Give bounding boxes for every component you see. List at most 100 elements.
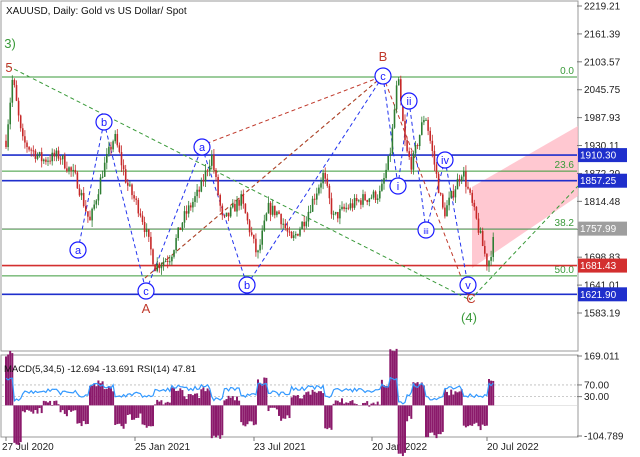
- candle-body: [160, 265, 163, 269]
- fib-level-label: 50.0: [555, 265, 575, 276]
- candle-body: [488, 260, 490, 267]
- candle-body: [316, 193, 318, 200]
- candle-body: [406, 140, 408, 152]
- candle-body: [427, 119, 429, 131]
- price-tick-label: 2045.75: [584, 85, 621, 96]
- price-tick-label: 2161.39: [584, 29, 621, 40]
- candle-body: [124, 169, 127, 183]
- candle-body: [43, 159, 45, 162]
- wave-circle-label: iv: [441, 155, 449, 167]
- ind-tick-label: 70.00: [584, 380, 609, 391]
- candle-body: [372, 191, 375, 198]
- candle-body: [271, 205, 274, 215]
- fib-level-label: 0.0: [560, 66, 574, 77]
- candle-body: [106, 153, 108, 163]
- chart-title: XAUUSD, Daily: Gold vs US Dollar/ Spot: [6, 6, 187, 17]
- candle-body: [435, 164, 438, 174]
- candle-body: [479, 231, 482, 233]
- candle-body: [473, 202, 476, 207]
- candle-body: [389, 153, 392, 156]
- candle-body: [135, 198, 137, 200]
- candle-body: [55, 150, 58, 157]
- candle-body: [7, 124, 9, 148]
- candle-body: [225, 212, 228, 217]
- wave-circle-label: i: [397, 181, 399, 193]
- candle-body: [425, 119, 427, 121]
- candle-body: [118, 145, 121, 153]
- candle-body: [345, 207, 347, 209]
- price-tag-label: 1910.30: [580, 151, 617, 162]
- candle-body: [143, 221, 146, 232]
- candle-body: [452, 190, 455, 198]
- candle-body: [38, 152, 41, 156]
- time-tick-label: 25 Jan 2021: [135, 442, 190, 453]
- time-tick-label: 23 Jul 2021: [254, 442, 306, 453]
- candle-body: [64, 155, 66, 169]
- candle-body: [274, 205, 276, 216]
- candle-body: [257, 250, 259, 253]
- candle-body: [246, 213, 249, 221]
- candle-body: [379, 190, 381, 199]
- candle-body: [78, 188, 81, 196]
- candle-body: [93, 204, 95, 209]
- candle-body: [324, 172, 326, 179]
- candle-body: [395, 85, 398, 110]
- candle-body: [253, 234, 255, 239]
- candle-body: [284, 223, 287, 229]
- candle-body: [127, 182, 129, 186]
- candle-body: [320, 183, 322, 188]
- candle-body: [292, 235, 295, 239]
- candle-body: [40, 152, 43, 162]
- candle-body: [481, 231, 484, 247]
- candle-body: [179, 227, 182, 230]
- candle-body: [175, 238, 177, 251]
- candle-body: [34, 150, 37, 159]
- candle-body: [339, 209, 341, 219]
- wave-label-green: (4): [461, 310, 477, 325]
- candle-body: [397, 79, 400, 86]
- candle-body: [431, 140, 434, 151]
- candle-body: [101, 176, 104, 178]
- candle-body: [36, 155, 39, 159]
- wave-circle-label: b: [101, 117, 107, 129]
- candle-body: [332, 213, 335, 215]
- candle-body: [360, 200, 362, 205]
- candle-body: [53, 152, 56, 157]
- candle-body: [456, 178, 459, 190]
- candle-body: [349, 203, 352, 209]
- candle-body: [299, 229, 301, 236]
- candle-body: [196, 189, 198, 197]
- candle-body: [24, 136, 26, 143]
- candle-body: [234, 203, 236, 212]
- price-tick-label: 2103.57: [584, 57, 621, 68]
- wave-circle-label: c: [143, 286, 149, 298]
- candle-body: [410, 156, 413, 170]
- candle-body: [11, 79, 14, 103]
- candle-body: [152, 249, 154, 265]
- candle-body: [82, 192, 85, 207]
- ind-tick-label: 169.011: [584, 352, 620, 363]
- wave-circle-label: iii: [423, 227, 429, 236]
- candle-body: [13, 79, 16, 86]
- candle-body: [15, 85, 18, 101]
- candle-body: [22, 128, 24, 137]
- candle-body: [429, 130, 431, 141]
- candle-body: [200, 179, 203, 192]
- candle-body: [280, 213, 282, 225]
- candle-body: [341, 206, 343, 210]
- candle-body: [362, 194, 364, 205]
- candle-body: [221, 205, 224, 216]
- candle-body: [204, 170, 207, 182]
- candle-body: [162, 261, 165, 266]
- wave-label-red: A: [142, 301, 151, 316]
- candle-body: [139, 213, 142, 216]
- candle-body: [192, 201, 194, 208]
- candle-body: [116, 133, 119, 146]
- candle-body: [110, 146, 112, 150]
- candle-body: [103, 162, 106, 177]
- candle-body: [133, 195, 135, 199]
- candle-body: [433, 150, 436, 165]
- candle-body: [276, 211, 278, 216]
- candle-body: [227, 212, 230, 217]
- candle-body: [28, 147, 30, 150]
